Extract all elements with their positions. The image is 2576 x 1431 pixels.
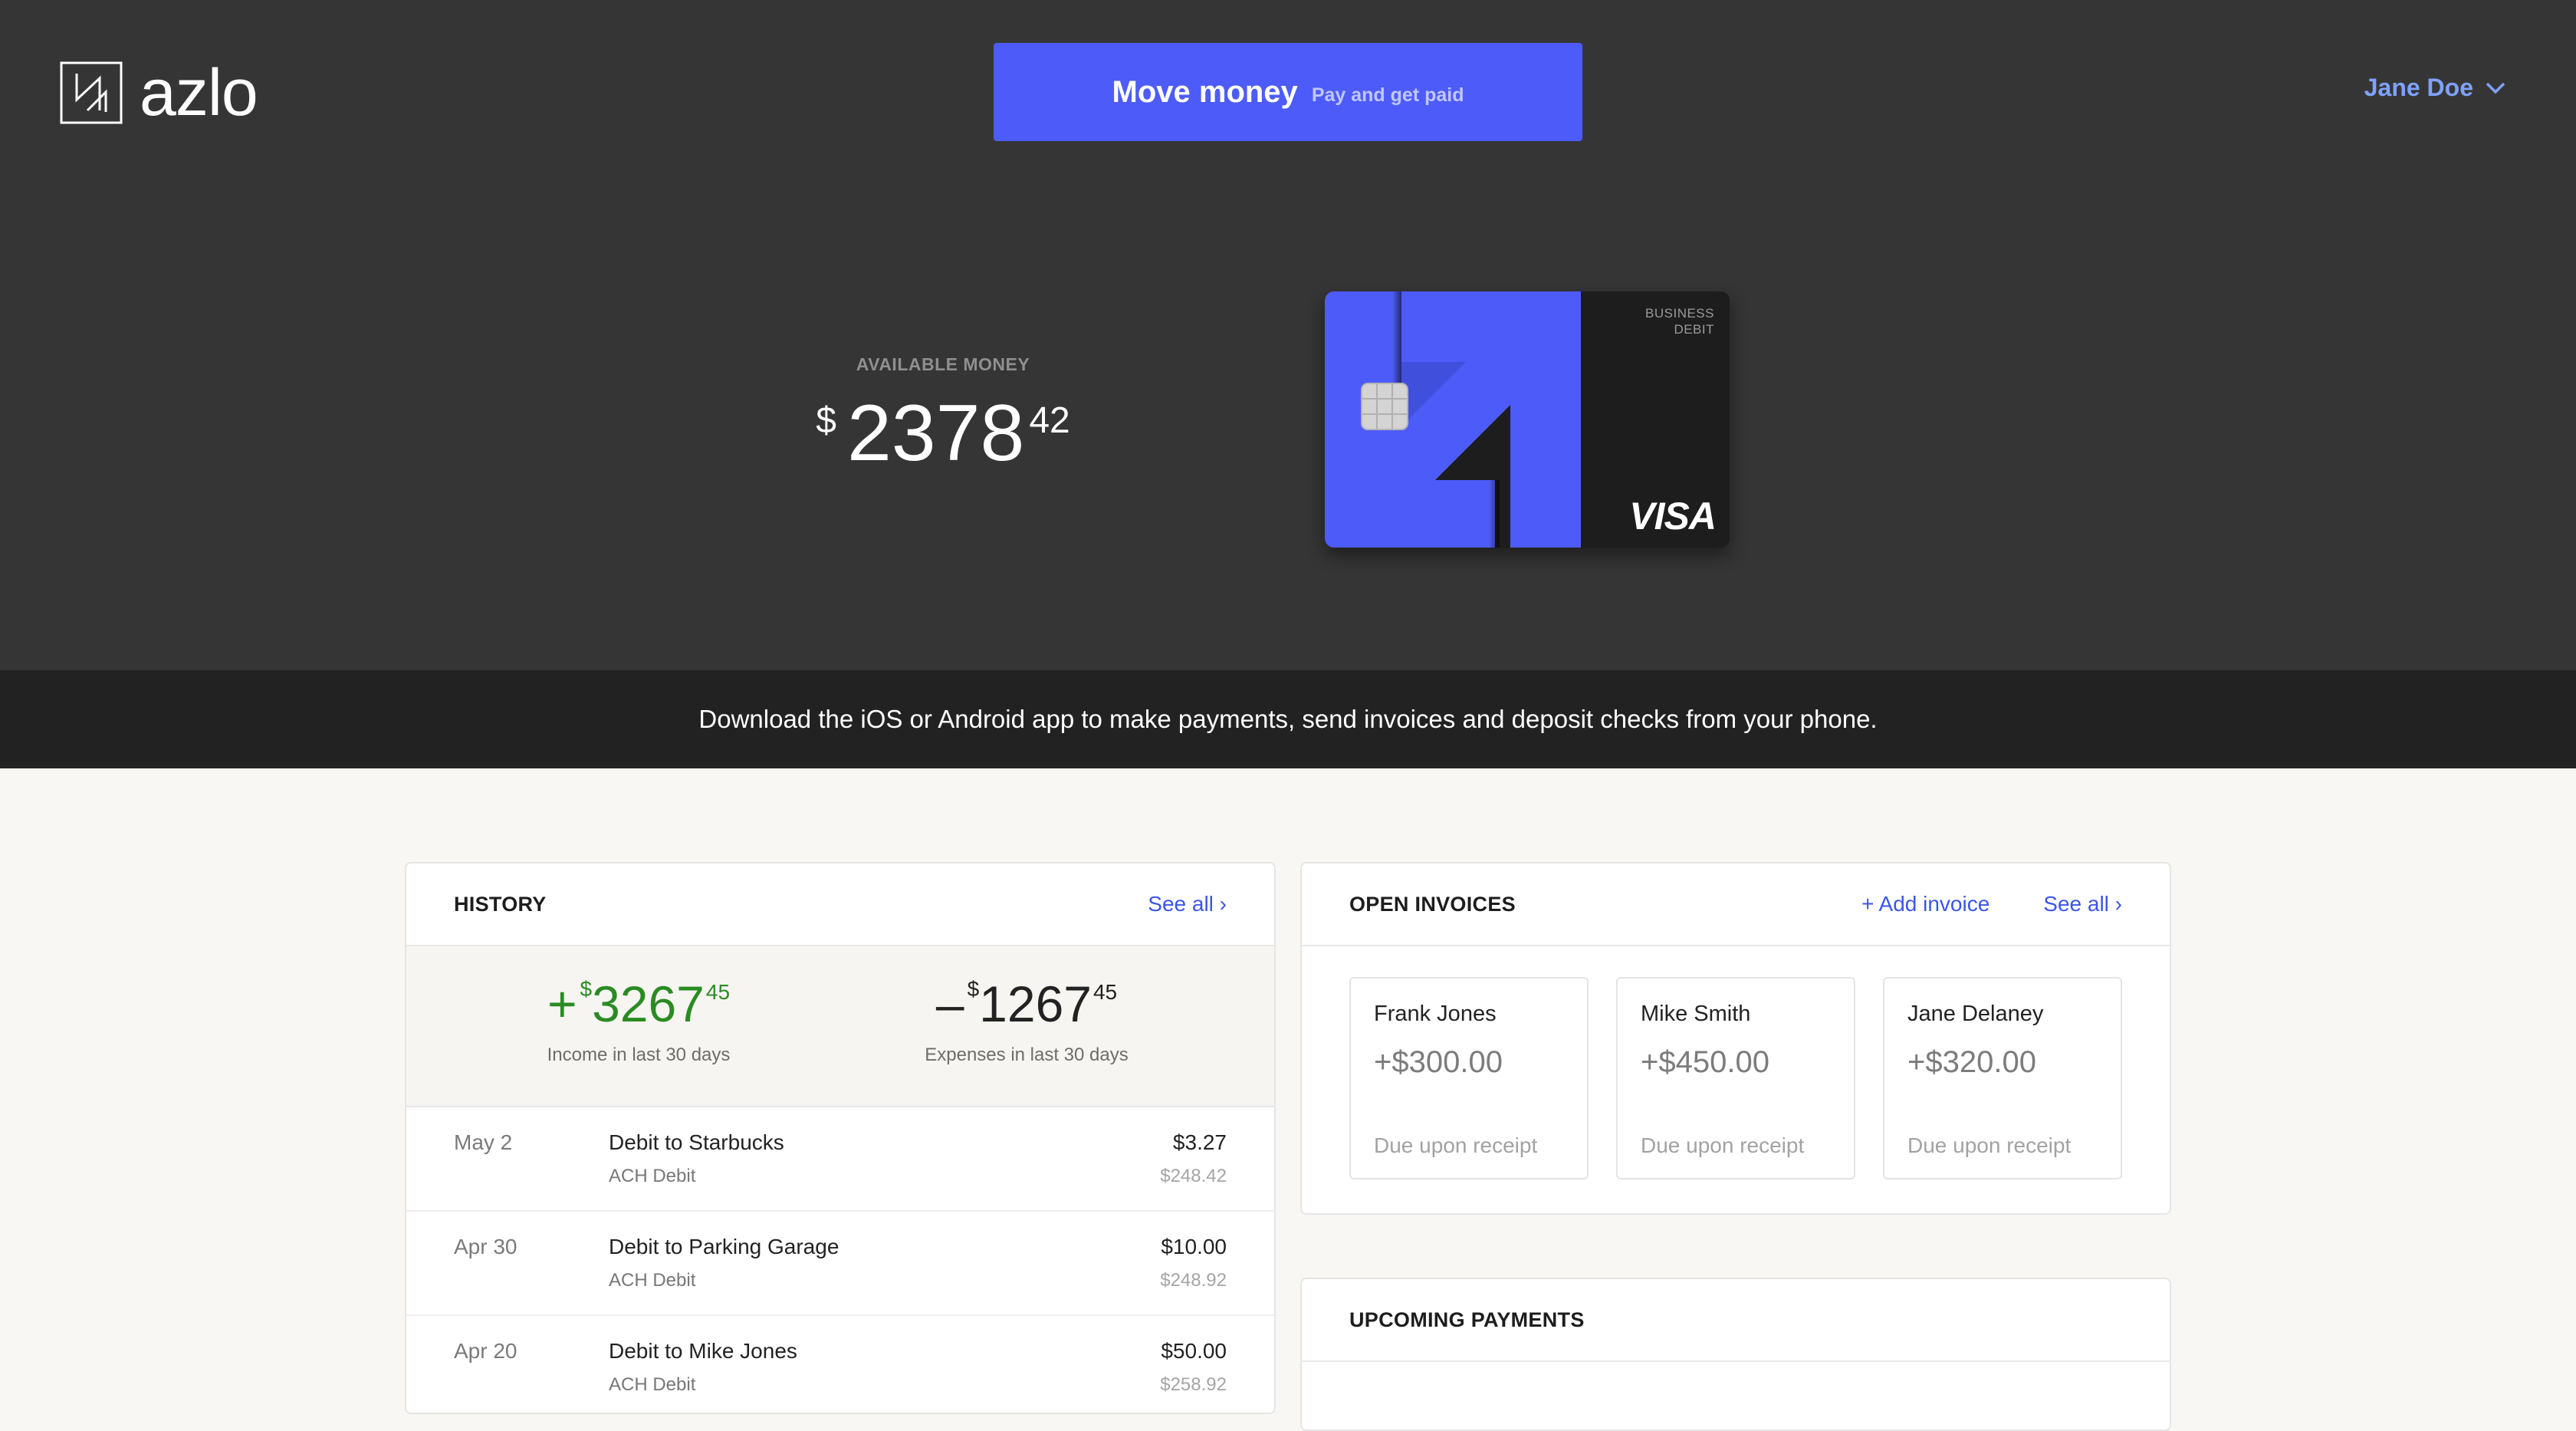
user-name: Jane Doe <box>2364 74 2473 101</box>
add-invoice-link[interactable]: + Add invoice <box>1861 892 1990 916</box>
brand-name: azlo <box>140 56 258 130</box>
app-download-banner: Download the iOS or Android app to make … <box>0 670 2576 768</box>
transaction-row[interactable]: May 2 Debit to Starbucks ACH Debit $3.27… <box>406 1107 1274 1212</box>
invoice-card[interactable]: Frank Jones +$300.00 Due upon receipt <box>1349 977 1589 1179</box>
balance-cents: 42 <box>1029 400 1070 441</box>
expenses-whole: 1267 <box>979 975 1092 1032</box>
income-cents: 45 <box>705 980 731 1004</box>
transaction-amount: $10.00 <box>1161 1235 1227 1258</box>
transaction-name: Debit to Mike Jones <box>609 1339 797 1363</box>
invoice-client: Jane Delaney <box>1907 1002 2044 1026</box>
transaction-amount: $50.00 <box>1161 1339 1227 1363</box>
invoices-title: OPEN INVOICES <box>1349 892 1516 916</box>
balance-amount: $ 2378 42 <box>797 393 1089 473</box>
history-panel: HISTORY See all › + $ 3267 45 Income in … <box>405 862 1276 1414</box>
visa-logo: VISA <box>1629 495 1717 538</box>
balance-whole: 2378 <box>846 389 1025 478</box>
invoice-due: Due upon receipt <box>1374 1133 1538 1157</box>
card-type-line2: DEBIT <box>1674 322 1714 337</box>
expenses-sign: – <box>935 975 964 1032</box>
income-currency: $ <box>580 977 593 1001</box>
expenses-currency: $ <box>967 977 980 1001</box>
history-summary: + $ 3267 45 Income in last 30 days – $ 1… <box>406 946 1274 1107</box>
expenses-caption: Expenses in last 30 days <box>925 1044 1129 1065</box>
invoice-list: Frank Jones +$300.00 Due upon receipt Mi… <box>1302 946 2170 1210</box>
income-whole: 3267 <box>592 975 705 1032</box>
transaction-row[interactable]: Apr 20 Debit to Mike Jones ACH Debit $50… <box>406 1316 1274 1413</box>
invoice-due: Due upon receipt <box>1641 1133 1805 1157</box>
invoice-card[interactable]: Mike Smith +$450.00 Due upon receipt <box>1616 977 1855 1179</box>
transaction-balance: $248.92 <box>1160 1270 1227 1291</box>
move-money-label: Move money <box>1112 74 1298 109</box>
upcoming-payments-panel: UPCOMING PAYMENTS <box>1300 1278 2171 1431</box>
transaction-name: Debit to Starbucks <box>609 1130 784 1154</box>
azlo-logo[interactable]: azlo <box>60 60 258 126</box>
user-menu[interactable]: Jane Doe <box>2364 74 2505 102</box>
invoice-client: Mike Smith <box>1641 1002 1751 1026</box>
balance-currency: $ <box>816 400 836 441</box>
invoice-amount: +$450.00 <box>1641 1045 1769 1079</box>
card-type-line1: BUSINESS <box>1645 306 1714 321</box>
transaction-kind: ACH Debit <box>609 1374 696 1395</box>
expenses-cents: 45 <box>1092 980 1118 1004</box>
move-money-button[interactable]: Move money Pay and get paid <box>994 43 1582 141</box>
invoice-amount: +$320.00 <box>1907 1045 2036 1079</box>
balance-label: AVAILABLE MONEY <box>856 354 1030 374</box>
history-title: HISTORY <box>454 892 547 916</box>
invoice-due: Due upon receipt <box>1907 1133 2072 1157</box>
invoice-client: Frank Jones <box>1374 1002 1497 1026</box>
upcoming-title: UPCOMING PAYMENTS <box>1349 1308 1585 1331</box>
transaction-row[interactable]: Apr 30 Debit to Parking Garage ACH Debit… <box>406 1212 1274 1316</box>
azlo-logo-icon <box>60 61 123 124</box>
hero: azlo Move money Pay and get paid Jane Do… <box>0 0 2576 670</box>
available-money: AVAILABLE MONEY $ 2378 42 <box>797 354 1089 473</box>
banner-text: Download the iOS or Android app to make … <box>698 705 1878 733</box>
card-type: BUSINESS DEBIT <box>1645 305 1714 337</box>
move-money-sublabel: Pay and get paid <box>1311 84 1464 106</box>
transaction-balance: $258.92 <box>1160 1374 1227 1395</box>
history-see-all-link[interactable]: See all › <box>1148 892 1227 916</box>
history-header: HISTORY See all › <box>406 864 1274 946</box>
invoices-header: OPEN INVOICES + Add invoice See all › <box>1302 864 2170 946</box>
expenses-summary: – $ 1267 45 Expenses in last 30 days <box>840 979 1274 1106</box>
transaction-date: Apr 30 <box>454 1235 518 1258</box>
transaction-kind: ACH Debit <box>609 1166 696 1186</box>
transaction-balance: $248.42 <box>1160 1166 1227 1186</box>
income-sign: + <box>547 975 577 1032</box>
income-summary: + $ 3267 45 Income in last 30 days <box>406 979 840 1106</box>
debit-card[interactable]: BUSINESS DEBIT VISA <box>1325 291 1730 548</box>
transaction-date: Apr 20 <box>454 1339 518 1363</box>
transaction-amount: $3.27 <box>1172 1130 1227 1154</box>
expenses-amount: – $ 1267 45 <box>935 975 1118 1032</box>
open-invoices-panel: OPEN INVOICES + Add invoice See all › Fr… <box>1300 862 2171 1215</box>
chevron-down-icon <box>2486 82 2505 94</box>
invoice-card[interactable]: Jane Delaney +$320.00 Due upon receipt <box>1883 977 2122 1179</box>
upcoming-header: UPCOMING PAYMENTS <box>1302 1279 2170 1362</box>
transaction-kind: ACH Debit <box>609 1270 696 1291</box>
transaction-date: May 2 <box>454 1130 513 1154</box>
income-amount: + $ 3267 45 <box>547 975 731 1032</box>
income-caption: Income in last 30 days <box>547 1044 731 1065</box>
invoice-amount: +$300.00 <box>1374 1045 1503 1079</box>
invoices-see-all-link[interactable]: See all › <box>2043 892 2122 916</box>
transaction-name: Debit to Parking Garage <box>609 1235 840 1258</box>
